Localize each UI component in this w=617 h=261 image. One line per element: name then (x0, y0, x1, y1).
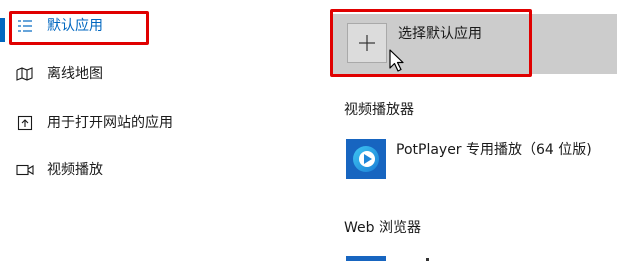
video-player-app-button[interactable]: PotPlayer 专用播放（64 位版) (344, 139, 614, 183)
sidebar-item-default-apps[interactable]: 默认应用 (0, 6, 300, 46)
settings-page: 默认应用 离线地图 用于打开网站的应用 视频播放 选择默认应用 视频播放器 Po… (0, 0, 617, 261)
sidebar-item-label: 用于打开网站的应用 (47, 115, 173, 131)
offline-maps-icon (16, 65, 34, 83)
browser-icon[interactable] (346, 256, 386, 261)
plus-icon (347, 23, 387, 63)
sidebar-item-label: 离线地图 (47, 66, 103, 82)
sidebar: 默认应用 离线地图 用于打开网站的应用 视频播放 (0, 0, 310, 261)
video-player-app-name: PotPlayer 专用播放（64 位版) (396, 142, 592, 158)
main-content: 选择默认应用 视频播放器 PotPlayer 专用播放（64 位版) Web 浏… (330, 0, 617, 261)
sidebar-item-video-playback[interactable]: 视频播放 (0, 150, 300, 190)
sidebar-item-offline-maps[interactable]: 离线地图 (0, 54, 300, 94)
active-indicator (0, 18, 5, 42)
choose-default-app-label: 选择默认应用 (398, 26, 482, 42)
choose-default-app-button[interactable]: 选择默认应用 (332, 14, 617, 74)
section-heading-web-browser: Web 浏览器 (344, 220, 421, 236)
sidebar-item-label: 视频播放 (47, 162, 103, 178)
video-playback-icon (16, 161, 34, 179)
apps-for-websites-icon (16, 114, 34, 132)
section-heading-video-player: 视频播放器 (344, 102, 414, 118)
sidebar-item-apps-for-websites[interactable]: 用于打开网站的应用 (0, 103, 300, 143)
sidebar-item-label: 默认应用 (47, 18, 103, 34)
potplayer-icon (346, 139, 386, 179)
default-apps-icon (16, 17, 34, 35)
